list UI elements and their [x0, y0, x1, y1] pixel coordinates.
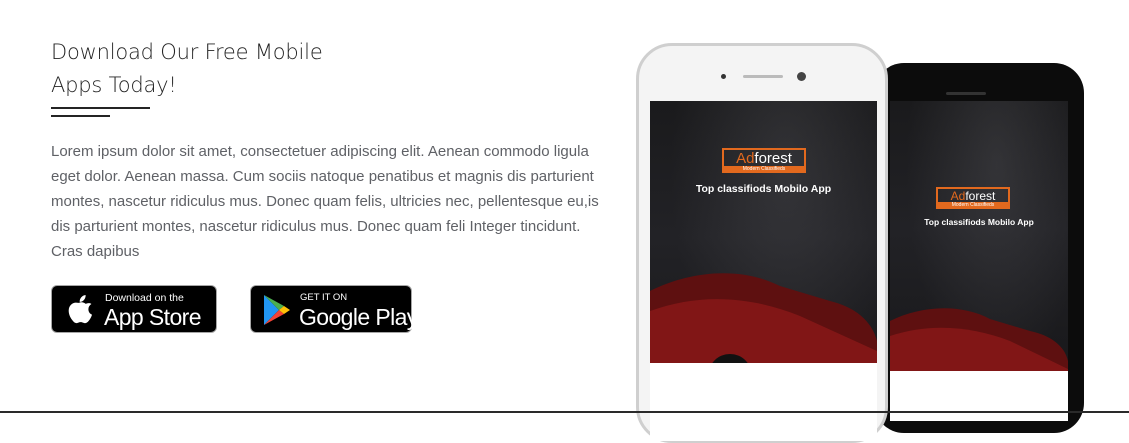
title-underline-long: [51, 107, 150, 109]
torn-paper-edge: [650, 363, 877, 441]
section-title-line-2: Apps Today!: [51, 73, 177, 97]
section-title-line-1: Download Our Free Mobile: [51, 40, 323, 64]
phone-white: Adforest Modern Classifieds Top classifi…: [636, 43, 888, 443]
phone-black-screen: Adforest Modern Classifieds Top classifi…: [890, 101, 1068, 421]
google-play-small-text: GET IT ON: [300, 292, 348, 303]
section-bottom-border: [0, 411, 1129, 413]
phone-black: Adforest Modern Classifieds Top classifi…: [874, 63, 1084, 433]
title-underline-short: [51, 115, 110, 117]
app-store-big-text: App Store: [104, 304, 201, 330]
app-store-small-text: Download on the: [105, 292, 184, 304]
torn-paper-edge: [890, 371, 1068, 421]
app-tagline: Top classifiods Mobilo App: [695, 183, 832, 195]
apple-icon: [65, 294, 95, 331]
section-description: Lorem ipsum dolor sit amet, consectetuer…: [51, 143, 599, 260]
app-tagline: Top classifiods Mobilo App: [924, 217, 1034, 227]
section-title: Download Our Free Mobile Apps Today!: [51, 36, 371, 102]
google-play-button[interactable]: GET IT ON Google Play: [250, 285, 418, 333]
app-store-button[interactable]: Download on the App Store: [51, 285, 217, 333]
adforest-logo: Adforest Modern Classifieds: [936, 187, 1010, 209]
adforest-logo: Adforest Modern Classifieds: [722, 148, 806, 173]
google-play-icon: [262, 294, 292, 331]
phone-white-screen: Adforest Modern Classifieds Top classifi…: [650, 101, 877, 441]
google-play-big-text: Google Play: [299, 304, 418, 330]
